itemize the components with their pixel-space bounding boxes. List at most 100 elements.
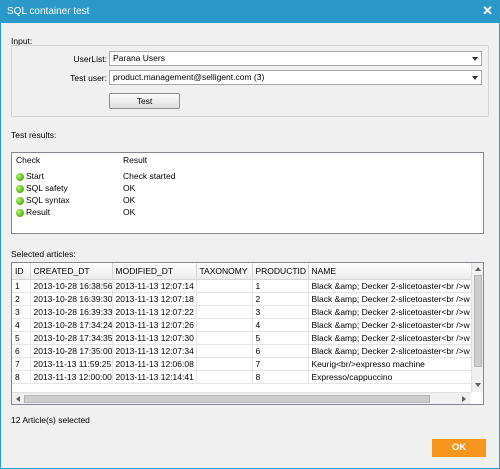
cell-taxonomy xyxy=(196,331,253,345)
check-name: SQL syntax xyxy=(26,195,70,205)
cell-taxonomy xyxy=(196,344,253,358)
table-row[interactable]: 8 2013-11-13 12:00:00 2013-11-13 12:14:4… xyxy=(12,370,471,384)
table-row[interactable]: 6 2013-10-28 17:35:00 2013-11-13 12:07:3… xyxy=(12,344,471,358)
cell-productid: 1 xyxy=(252,279,309,293)
article-count: 12 Article(s) selected xyxy=(11,415,90,425)
cell-created: 2013-10-28 17:34:35 xyxy=(30,331,113,345)
cell-productid: 5 xyxy=(252,331,309,345)
userlist-value: Parana Users xyxy=(113,53,165,63)
articles-section-label: Selected articles: xyxy=(11,249,76,259)
cell-id: 1 xyxy=(12,279,31,293)
cell-name: Expresso/cappuccino xyxy=(308,370,471,384)
status-ok-icon xyxy=(16,173,24,181)
cell-taxonomy xyxy=(196,357,253,371)
results-row: SQL safety OK xyxy=(16,183,476,195)
vertical-scrollbar[interactable] xyxy=(471,263,483,392)
status-ok-icon xyxy=(16,197,24,205)
cell-id: 4 xyxy=(12,318,31,332)
cell-created: 2013-10-28 16:38:56 xyxy=(30,279,113,293)
cell-productid: 6 xyxy=(252,344,309,358)
cell-name: Black &amp; Decker 2-slicetoaster<br />w xyxy=(308,279,471,293)
table-row[interactable]: 1 2013-10-28 16:38:56 2013-11-13 12:07:1… xyxy=(12,279,471,293)
table-row[interactable]: 5 2013-10-28 17:34:35 2013-11-13 12:07:3… xyxy=(12,331,471,345)
table-row[interactable]: 3 2013-10-28 16:39:33 2013-11-13 12:07:2… xyxy=(12,305,471,319)
cell-id: 6 xyxy=(12,344,31,358)
check-result: OK xyxy=(123,195,136,205)
column-header-taxonomy[interactable]: TAXONOMY xyxy=(196,263,253,280)
table-row[interactable]: 2 2013-10-28 16:39:30 2013-11-13 12:07:1… xyxy=(12,292,471,306)
cell-created: 2013-10-28 17:34:24 xyxy=(30,318,113,332)
cell-modified: 2013-11-13 12:07:26 xyxy=(112,318,197,332)
cell-modified: 2013-11-13 12:07:14 xyxy=(112,279,197,293)
results-row: Start Check started xyxy=(16,171,476,183)
check-name: SQL safety xyxy=(26,183,68,193)
cell-modified: 2013-11-13 12:07:30 xyxy=(112,331,197,345)
cell-name: Keurig<br/>expresso machine xyxy=(308,357,471,371)
table-row[interactable]: 7 2013-11-13 11:59:25 2013-11-13 12:06:0… xyxy=(12,357,471,371)
horizontal-scroll-thumb[interactable] xyxy=(24,395,430,403)
scroll-down-icon[interactable] xyxy=(475,383,481,387)
cell-taxonomy xyxy=(196,370,253,384)
cell-id: 5 xyxy=(12,331,31,345)
input-group: UserList: Parana Users Test user: produc… xyxy=(11,45,489,117)
cell-taxonomy xyxy=(196,279,253,293)
column-header-productid[interactable]: PRODUCTID xyxy=(252,263,309,280)
scroll-left-icon[interactable] xyxy=(16,396,20,402)
cell-id: 8 xyxy=(12,370,31,384)
column-header-name[interactable]: NAME xyxy=(308,263,471,280)
cell-name: Black &amp; Decker 2-slicetoaster<br />w xyxy=(308,305,471,319)
vertical-scroll-thumb[interactable] xyxy=(474,275,482,367)
cell-name: Black &amp; Decker 2-slicetoaster<br />w xyxy=(308,318,471,332)
cell-id: 7 xyxy=(12,357,31,371)
close-icon[interactable]: ✕ xyxy=(482,4,493,18)
testuser-label: Test user: xyxy=(70,73,107,83)
results-list: Check Result Start Check started SQL saf… xyxy=(11,152,484,234)
dialog-window: SQL container test ✕ Input: UserList: Pa… xyxy=(0,0,500,469)
chevron-down-icon xyxy=(472,57,478,61)
check-result: OK xyxy=(123,183,136,193)
status-ok-icon xyxy=(16,209,24,217)
scroll-up-icon[interactable] xyxy=(475,267,481,271)
table-row[interactable]: 4 2013-10-28 17:34:24 2013-11-13 12:07:2… xyxy=(12,318,471,332)
cell-modified: 2013-11-13 12:07:22 xyxy=(112,305,197,319)
title-bar[interactable]: SQL container test ✕ xyxy=(1,1,499,23)
status-ok-icon xyxy=(16,185,24,193)
articles-header-row: ID CREATED_DT MODIFIED_DT TAXONOMY PRODU… xyxy=(12,263,471,280)
column-header-modified[interactable]: MODIFIED_DT xyxy=(112,263,197,280)
results-header-result: Result xyxy=(123,155,148,165)
cell-modified: 2013-11-13 12:07:18 xyxy=(112,292,197,306)
results-row: SQL syntax OK xyxy=(16,195,476,207)
cell-productid: 4 xyxy=(252,318,309,332)
cell-id: 3 xyxy=(12,305,31,319)
results-row: Result OK xyxy=(16,207,476,219)
scroll-right-icon[interactable] xyxy=(462,396,466,402)
cell-created: 2013-10-28 16:39:30 xyxy=(30,292,113,306)
column-header-created[interactable]: CREATED_DT xyxy=(30,263,113,280)
check-name: Start xyxy=(26,171,44,181)
cell-created: 2013-11-13 12:00:00 xyxy=(30,370,113,384)
cell-name: Black &amp; Decker 2-slicetoaster<br />w xyxy=(308,344,471,358)
testuser-select[interactable]: product.management@selligent.com (3) xyxy=(109,70,482,85)
cell-productid: 2 xyxy=(252,292,309,306)
cell-modified: 2013-11-13 12:06:08 xyxy=(112,357,197,371)
cell-created: 2013-10-28 16:39:33 xyxy=(30,305,113,319)
check-result: Check started xyxy=(123,171,176,181)
testuser-value: product.management@selligent.com (3) xyxy=(113,72,265,82)
cell-name: Black &amp; Decker 2-slicetoaster<br />w xyxy=(308,292,471,306)
cell-productid: 3 xyxy=(252,305,309,319)
articles-table: ID CREATED_DT MODIFIED_DT TAXONOMY PRODU… xyxy=(12,263,471,384)
cell-modified: 2013-11-13 12:07:34 xyxy=(112,344,197,358)
cell-taxonomy xyxy=(196,292,253,306)
cell-productid: 7 xyxy=(252,357,309,371)
cell-id: 2 xyxy=(12,292,31,306)
ok-button[interactable]: OK xyxy=(432,439,486,457)
horizontal-scrollbar[interactable] xyxy=(12,392,471,404)
articles-grid[interactable]: ID CREATED_DT MODIFIED_DT TAXONOMY PRODU… xyxy=(11,262,484,405)
results-section-label: Test results: xyxy=(11,130,57,140)
userlist-select[interactable]: Parana Users xyxy=(109,51,482,66)
articles-viewport: ID CREATED_DT MODIFIED_DT TAXONOMY PRODU… xyxy=(12,263,471,392)
column-header-id[interactable]: ID xyxy=(12,263,31,280)
check-result: OK xyxy=(123,207,136,217)
test-button[interactable]: Test xyxy=(109,93,180,109)
cell-taxonomy xyxy=(196,305,253,319)
